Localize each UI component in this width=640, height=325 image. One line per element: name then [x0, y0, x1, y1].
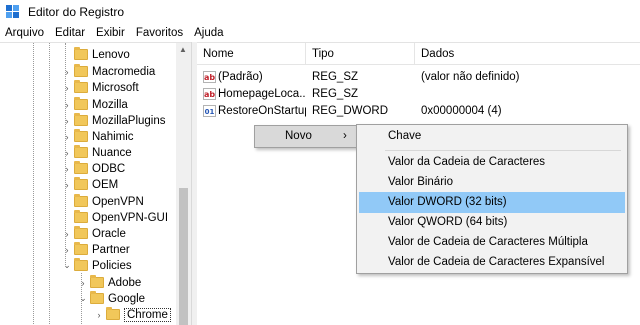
tree-item-chrome[interactable]: › Chrome [94, 307, 171, 322]
folder-icon [74, 113, 88, 126]
chevron-right-icon[interactable]: › [62, 116, 72, 126]
list-header: Nome Tipo Dados [197, 43, 640, 65]
chevron-right-icon[interactable]: › [62, 229, 72, 239]
tree-item-google[interactable]: ⌄ Google [78, 291, 145, 306]
registry-tree[interactable]: Lenovo › Macromedia › Microsoft › Mozilla ›… [0, 42, 191, 325]
folder-icon [74, 242, 88, 255]
menu-bar: Arquivo Editar Exibir Favoritos Ajuda [0, 24, 640, 42]
tree-item-adobe[interactable]: › Adobe [78, 275, 141, 290]
folder-icon [74, 129, 88, 142]
folder-icon [74, 258, 88, 271]
tree-item-mozillaplugins[interactable]: › MozillaPlugins [62, 113, 166, 128]
column-header-tipo[interactable]: Tipo [306, 43, 415, 65]
chevron-right-icon[interactable]: › [62, 83, 72, 93]
tree-item-partner[interactable]: › Partner [62, 242, 130, 257]
folder-icon [74, 145, 88, 158]
tree-item-nuance[interactable]: › Nuance [62, 145, 132, 160]
chevron-right-icon[interactable]: › [62, 67, 72, 77]
menu-arquivo[interactable]: Arquivo [0, 27, 50, 39]
table-row[interactable]: 01 RestoreOnStartup REG_DWORD 0x00000004 … [197, 102, 640, 119]
folder-icon [74, 47, 88, 60]
chevron-right-icon[interactable]: › [78, 278, 88, 288]
chevron-down-icon[interactable]: ⌄ [62, 260, 72, 271]
tree-item-lenovo[interactable]: Lenovo [62, 47, 130, 62]
chevron-right-icon[interactable]: › [62, 132, 72, 142]
string-value-icon: ab [203, 87, 216, 100]
table-row[interactable]: ab (Padrão) REG_SZ (valor não definido) [197, 68, 640, 85]
submenu-item-dword[interactable]: Valor DWORD (32 bits) [359, 192, 625, 213]
tree-item-openvpn[interactable]: OpenVPN [62, 194, 144, 209]
folder-icon [90, 291, 104, 304]
chevron-right-icon[interactable]: › [62, 180, 72, 190]
folder-icon [90, 275, 104, 288]
chevron-right-icon[interactable]: › [62, 245, 72, 255]
context-menu: Novo › [254, 125, 358, 148]
tree-item-policies[interactable]: ⌄ Policies [62, 258, 132, 273]
chevron-right-icon[interactable]: › [62, 100, 72, 110]
submenu-item-expandable-string[interactable]: Valor de Cadeia de Caracteres Expansível [359, 252, 625, 273]
tree-item-openvpn-gui[interactable]: OpenVPN-GUI [62, 210, 168, 225]
window-title: Editor do Registro [28, 5, 125, 19]
submenu-item-string[interactable]: Valor da Cadeia de Caracteres [359, 152, 625, 173]
submenu-item-binary[interactable]: Valor Binário [359, 172, 625, 193]
tree-scrollbar[interactable]: ▲ [176, 43, 191, 325]
folder-icon [74, 226, 88, 239]
chevron-down-icon[interactable]: ⌄ [78, 293, 88, 304]
tree-item-mozilla[interactable]: › Mozilla [62, 97, 128, 112]
menu-item-novo[interactable]: Novo › [255, 126, 357, 147]
string-value-icon: ab [203, 70, 216, 83]
menu-separator [385, 150, 621, 151]
binary-value-icon: 01 [203, 104, 216, 117]
column-header-nome[interactable]: Nome [197, 43, 306, 65]
folder-icon [74, 194, 88, 207]
menu-exibir[interactable]: Exibir [91, 27, 131, 39]
chevron-right-icon[interactable]: › [62, 148, 72, 158]
registry-editor-icon [6, 5, 20, 19]
menu-favoritos[interactable]: Favoritos [131, 27, 189, 39]
scroll-up-arrow-icon[interactable]: ▲ [179, 45, 187, 54]
chevron-right-icon: › [343, 130, 347, 142]
tree-item-oem[interactable]: › OEM [62, 177, 118, 192]
title-bar: Editor do Registro [0, 0, 640, 24]
new-submenu: Chave Valor da Cadeia de Caracteres Valo… [356, 124, 628, 274]
tree-item-macromedia[interactable]: › Macromedia [62, 64, 155, 79]
scrollbar-thumb[interactable] [179, 188, 188, 325]
folder-icon [74, 210, 88, 223]
menu-editar[interactable]: Editar [50, 27, 91, 39]
folder-icon [106, 307, 120, 320]
menu-ajuda[interactable]: Ajuda [189, 27, 229, 39]
chevron-right-icon[interactable]: › [62, 164, 72, 174]
chevron-right-icon[interactable]: › [94, 310, 104, 320]
submenu-item-multi-string[interactable]: Valor de Cadeia de Caracteres Múltipla [359, 232, 625, 253]
submenu-item-chave[interactable]: Chave [359, 126, 625, 147]
submenu-item-qword[interactable]: Valor QWORD (64 bits) [359, 212, 625, 233]
folder-icon [74, 161, 88, 174]
column-header-dados[interactable]: Dados [415, 43, 640, 65]
tree-item-nahimic[interactable]: › Nahimic [62, 129, 134, 144]
tree-item-oracle[interactable]: › Oracle [62, 226, 126, 241]
folder-icon [74, 64, 88, 77]
folder-icon [74, 97, 88, 110]
folder-icon [74, 80, 88, 93]
folder-icon [74, 177, 88, 190]
table-row[interactable]: ab HomepageLoca... REG_SZ [197, 85, 640, 102]
tree-item-microsoft[interactable]: › Microsoft [62, 80, 139, 95]
tree-item-odbc[interactable]: › ODBC [62, 161, 125, 176]
